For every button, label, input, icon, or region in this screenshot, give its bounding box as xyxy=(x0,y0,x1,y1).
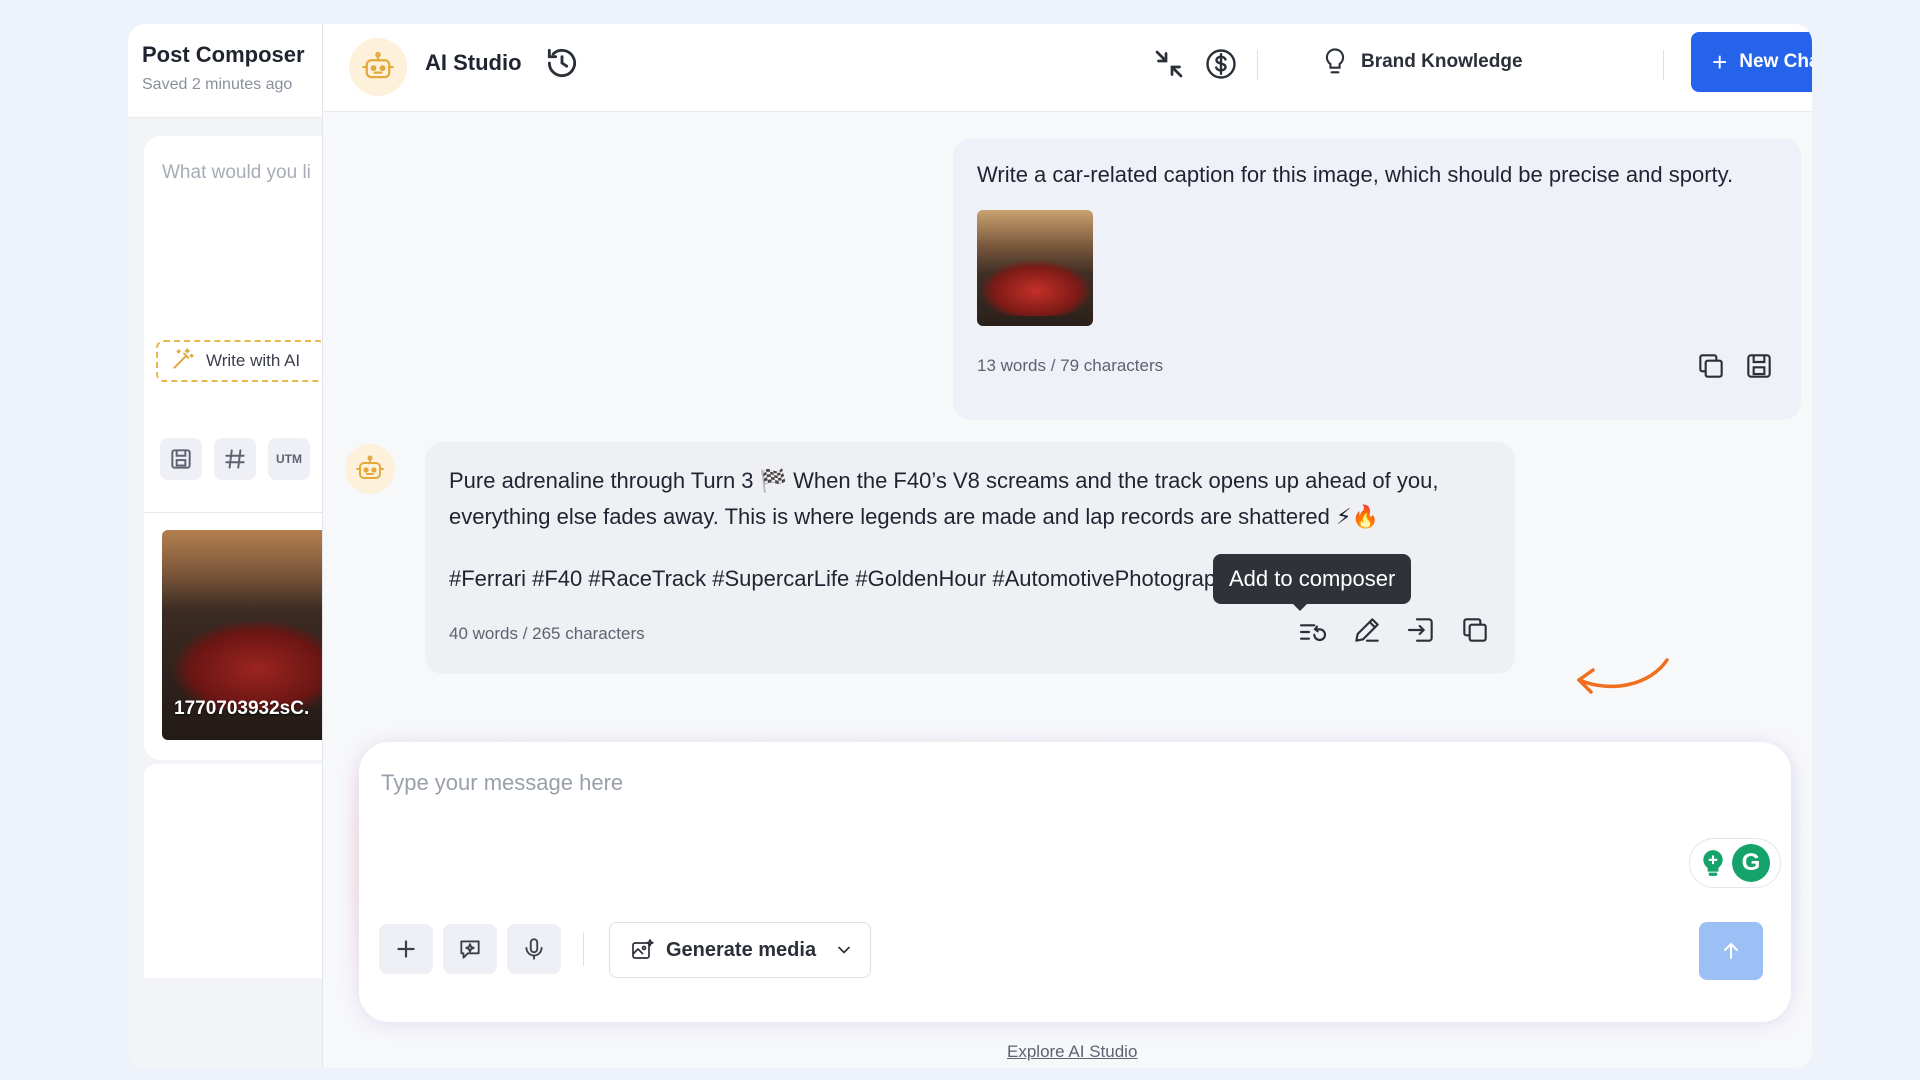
thumbnail-sky xyxy=(162,530,342,610)
new-chat-label: New Chat xyxy=(1739,51,1812,72)
robot-icon xyxy=(362,51,394,79)
app-frame: Post Composer Saved 2 minutes ago What w… xyxy=(128,24,1812,1068)
annotation-arrow-icon xyxy=(1577,658,1669,694)
dollar-icon[interactable] xyxy=(1203,46,1239,82)
write-with-ai-label: Write with AI xyxy=(206,351,301,370)
user-message-count: 13 words / 79 characters xyxy=(977,356,1164,375)
generate-media-label: Generate media xyxy=(666,938,817,961)
brand-knowledge-button[interactable]: Brand Knowledge xyxy=(1321,46,1523,78)
message-input-box: Type your message here G Generate media xyxy=(359,742,1791,1022)
grammarly-bulb-icon xyxy=(1703,850,1723,876)
ai-response-avatar xyxy=(345,444,395,494)
composer-saved-status: Saved 2 minutes ago xyxy=(142,76,293,93)
collapse-icon[interactable] xyxy=(1151,46,1187,82)
ai-studio-panel: AI Studio Brand Knowledge + New Chat xyxy=(322,24,1812,1068)
rewrite-icon[interactable] xyxy=(1297,616,1329,648)
write-with-ai-button[interactable]: Write with AI xyxy=(156,340,326,382)
edit-pencil-icon[interactable] xyxy=(1351,614,1383,646)
history-icon[interactable] xyxy=(543,44,581,82)
add-attachment-button[interactable] xyxy=(379,924,433,974)
chevron-down-icon xyxy=(838,946,850,954)
tooltip-arrow xyxy=(1291,602,1309,611)
arrow-up-icon xyxy=(1724,942,1738,959)
plus-icon: + xyxy=(1712,47,1728,77)
chat-sparkle-icon xyxy=(460,940,480,959)
grammarly-logo-icon: G xyxy=(1732,844,1770,882)
thumbnail-car xyxy=(172,620,342,710)
bulb-icon xyxy=(1325,48,1345,74)
new-chat-button[interactable]: + New Chat xyxy=(1691,32,1812,92)
generate-media-dropdown[interactable]: Generate media xyxy=(609,922,871,978)
ai-response-line-2: everything else fades away. This is wher… xyxy=(449,504,1379,529)
ai-response-line-1: Pure adrenaline through Turn 3 🏁 When th… xyxy=(449,468,1439,493)
ai-bot-avatar xyxy=(349,38,407,96)
ai-prompt-button[interactable] xyxy=(443,924,497,974)
message-input[interactable]: Type your message here xyxy=(381,770,623,796)
hashtag-icon xyxy=(225,449,245,469)
header-separator-2 xyxy=(1663,50,1664,80)
save-icon xyxy=(171,449,191,469)
copy-icon[interactable] xyxy=(1695,350,1727,382)
media-thumbnail[interactable]: 1770703932sC. xyxy=(162,530,342,740)
voice-input-button[interactable] xyxy=(507,924,561,974)
ai-studio-header: AI Studio Brand Knowledge + New Chat xyxy=(323,24,1812,112)
utm-button[interactable]: UTM xyxy=(268,438,310,480)
ai-response-count: 40 words / 265 characters xyxy=(449,624,645,643)
input-toolbar-separator xyxy=(583,932,584,966)
ai-response-hashtags: #Ferrari #F40 #RaceTrack #SupercarLife #… xyxy=(449,566,1222,591)
attached-image-car xyxy=(981,260,1091,316)
composer-editor-card: What would you li Write with AI UTM 1770… xyxy=(144,136,344,760)
microphone-icon xyxy=(525,938,543,960)
composer-divider xyxy=(144,512,344,513)
save-icon[interactable] xyxy=(1743,350,1775,382)
save-draft-button[interactable] xyxy=(160,438,202,480)
media-filename: 1770703932sC. xyxy=(174,698,310,719)
hashtag-button[interactable] xyxy=(214,438,256,480)
add-to-composer-tooltip: Add to composer xyxy=(1213,554,1412,604)
plus-icon xyxy=(397,940,415,958)
send-button[interactable] xyxy=(1699,922,1763,980)
image-sparkle-icon xyxy=(632,939,654,959)
composer-title: Post Composer xyxy=(142,42,305,67)
add-to-composer-icon[interactable] xyxy=(1405,614,1437,646)
magic-wand-icon xyxy=(170,346,196,377)
user-message-text: Write a car-related caption for this ima… xyxy=(977,162,1734,187)
composer-lower-card xyxy=(144,764,344,978)
composer-toolbar: UTM xyxy=(160,438,310,480)
ai-studio-title: AI Studio xyxy=(425,50,522,75)
copy-icon[interactable] xyxy=(1459,614,1491,646)
ai-response-message: Pure adrenaline through Turn 3 🏁 When th… xyxy=(425,442,1515,674)
explore-ai-studio-link[interactable]: Explore AI Studio xyxy=(1007,1042,1137,1062)
brand-knowledge-label: Brand Knowledge xyxy=(1361,51,1523,72)
user-message: Write a car-related caption for this ima… xyxy=(953,138,1801,420)
header-separator xyxy=(1257,50,1258,80)
user-attached-image[interactable] xyxy=(977,210,1093,326)
robot-icon xyxy=(356,455,384,479)
grammarly-widget[interactable]: G xyxy=(1689,838,1781,888)
composer-header: Post Composer Saved 2 minutes ago xyxy=(128,24,324,118)
composer-text-input[interactable]: What would you li xyxy=(162,162,311,184)
